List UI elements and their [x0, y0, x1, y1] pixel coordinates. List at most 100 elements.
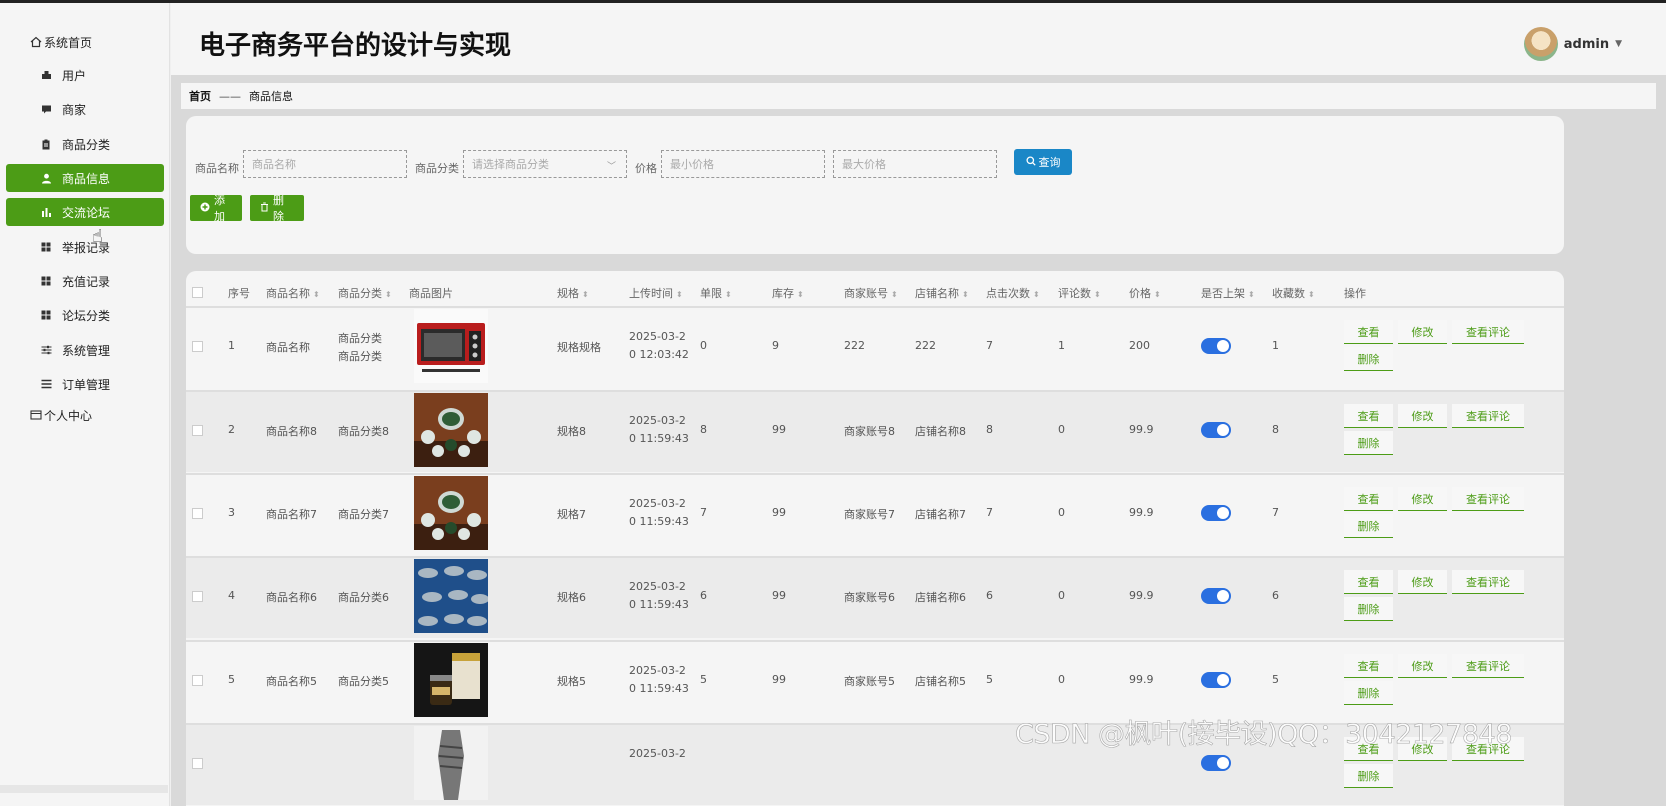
add-button[interactable]: 添加: [190, 194, 242, 223]
sort-icon[interactable]: ⬍: [1308, 290, 1315, 299]
column-header-7[interactable]: 单限 ⬍: [700, 285, 732, 301]
view-comments-button[interactable]: 查看评论: [1452, 654, 1524, 678]
column-header-14[interactable]: 是否上架 ⬍: [1201, 285, 1255, 301]
delete-button[interactable]: 删除: [250, 194, 304, 223]
select-all-checkbox[interactable]: [192, 287, 203, 298]
name-input-placeholder: 商品名称: [252, 158, 296, 171]
column-header-9[interactable]: 商家账号 ⬍: [844, 285, 898, 301]
view-comments-button[interactable]: 查看评论: [1452, 487, 1524, 511]
sort-icon[interactable]: ⬍: [725, 290, 732, 299]
view-button[interactable]: 查看: [1344, 654, 1393, 678]
max-price-input[interactable]: 最大价格: [833, 150, 997, 178]
view-button[interactable]: 查看: [1344, 570, 1393, 594]
on-shelf-toggle[interactable]: [1201, 755, 1231, 771]
watermark: CSDN @枫叶(接毕设)QQ：3042127848: [1015, 719, 1513, 751]
sidebar-home[interactable]: 系统首页: [30, 28, 188, 56]
on-shelf-toggle[interactable]: [1201, 338, 1231, 354]
product-image[interactable]: [414, 559, 489, 633]
row-delete-button[interactable]: 删除: [1344, 597, 1393, 621]
category-select[interactable]: 请选择商品分类 ﹀: [463, 150, 627, 178]
search-icon: [1025, 155, 1036, 169]
row-delete-button[interactable]: 删除: [1344, 431, 1393, 455]
column-header-3[interactable]: 商品分类 ⬍: [338, 285, 392, 301]
sidebar-item-7[interactable]: 充值记录: [6, 267, 164, 295]
sort-icon[interactable]: ⬍: [1094, 290, 1101, 299]
breadcrumb-current: 商品信息: [249, 90, 293, 103]
view-button[interactable]: 查看: [1344, 487, 1393, 511]
edit-button[interactable]: 修改: [1398, 570, 1447, 594]
product-image[interactable]: [414, 726, 488, 800]
column-header-6[interactable]: 上传时间 ⬍: [629, 285, 683, 301]
table-row: 5 商品名称5 规格5 5 99 商家账号5 店铺名称5 5 0 99.9 商品分类5 2025-03…: [186, 640, 1564, 722]
on-shelf-toggle[interactable]: [1201, 672, 1231, 688]
row-checkbox[interactable]: [192, 508, 203, 519]
row-checkbox[interactable]: [192, 675, 203, 686]
sidebar-item-label: 商品信息: [62, 171, 111, 186]
sort-icon[interactable]: ⬍: [1154, 290, 1161, 299]
view-button[interactable]: 查看: [1344, 404, 1393, 428]
view-comments-button[interactable]: 查看评论: [1452, 320, 1524, 344]
cell-category: 商品分类: [338, 332, 382, 345]
product-image[interactable]: [414, 393, 488, 467]
sort-icon[interactable]: ⬍: [313, 290, 320, 299]
row-delete-button[interactable]: 删除: [1344, 347, 1393, 371]
sort-icon[interactable]: ⬍: [797, 290, 804, 299]
sidebar-scrollbar[interactable]: [0, 785, 168, 793]
row-delete-button[interactable]: 删除: [1344, 764, 1393, 788]
column-header-label: 库存: [772, 287, 794, 300]
breadcrumb-home[interactable]: 首页: [189, 88, 211, 104]
min-price-input[interactable]: 最小价格: [661, 150, 825, 178]
sort-icon[interactable]: ⬍: [891, 290, 898, 299]
row-delete-button[interactable]: 删除: [1344, 514, 1393, 538]
column-header-15[interactable]: 收藏数 ⬍: [1272, 285, 1315, 301]
cell-stock: 9: [772, 339, 779, 352]
sidebar-item-2[interactable]: 商家: [6, 95, 164, 123]
edit-button[interactable]: 修改: [1398, 654, 1447, 678]
on-shelf-toggle[interactable]: [1201, 422, 1231, 438]
edit-button[interactable]: 修改: [1398, 320, 1447, 344]
column-header-11[interactable]: 点击次数 ⬍: [986, 285, 1040, 301]
cell-name: 商品名称7: [266, 508, 317, 521]
add-button-label: 添加: [214, 194, 225, 223]
view-button[interactable]: 查看: [1344, 320, 1393, 344]
sidebar-item-3[interactable]: 商品分类: [6, 130, 164, 158]
row-delete-button[interactable]: 删除: [1344, 681, 1393, 705]
user-menu[interactable]: admin ▼: [1523, 27, 1622, 61]
edit-button[interactable]: 修改: [1398, 487, 1447, 511]
sort-icon[interactable]: ⬍: [1248, 290, 1255, 299]
name-input[interactable]: 商品名称: [243, 150, 407, 178]
sort-icon[interactable]: ⬍: [1033, 290, 1040, 299]
sort-icon[interactable]: ⬍: [582, 290, 589, 299]
query-button[interactable]: 查询: [1014, 149, 1072, 175]
cell-upload-time: 2025-03-2: [629, 747, 686, 760]
sort-icon[interactable]: ⬍: [962, 290, 969, 299]
on-shelf-toggle[interactable]: [1201, 505, 1231, 521]
sidebar-item-4[interactable]: 商品信息: [6, 164, 164, 192]
column-header-5[interactable]: 规格 ⬍: [557, 285, 589, 301]
row-checkbox[interactable]: [192, 341, 203, 352]
sidebar-personal[interactable]: 个人中心: [30, 401, 188, 429]
column-header-13[interactable]: 价格 ⬍: [1129, 285, 1161, 301]
product-image[interactable]: [414, 643, 488, 717]
product-image[interactable]: [414, 309, 488, 383]
on-shelf-toggle[interactable]: [1201, 588, 1231, 604]
column-header-8[interactable]: 库存 ⬍: [772, 285, 804, 301]
sort-icon[interactable]: ⬍: [385, 290, 392, 299]
row-checkbox[interactable]: [192, 425, 203, 436]
sidebar-item-1[interactable]: 用户: [6, 61, 164, 89]
column-header-12[interactable]: 评论数 ⬍: [1058, 285, 1101, 301]
sort-icon[interactable]: ⬍: [676, 290, 683, 299]
product-image[interactable]: [414, 476, 488, 550]
edit-button[interactable]: 修改: [1398, 404, 1447, 428]
row-checkbox[interactable]: [192, 591, 203, 602]
row-checkbox[interactable]: [192, 758, 203, 769]
column-header-2[interactable]: 商品名称 ⬍: [266, 285, 320, 301]
sidebar-item-5[interactable]: 交流论坛: [6, 198, 164, 226]
sidebar-item-8[interactable]: 论坛分类: [6, 301, 164, 329]
view-comments-button[interactable]: 查看评论: [1452, 404, 1524, 428]
sidebar-item-9[interactable]: 系统管理: [6, 336, 164, 364]
sidebar-item-6[interactable]: 举报记录: [6, 233, 164, 261]
view-comments-button[interactable]: 查看评论: [1452, 570, 1524, 594]
sidebar-item-10[interactable]: 订单管理: [6, 370, 164, 398]
column-header-10[interactable]: 店铺名称 ⬍: [915, 285, 969, 301]
